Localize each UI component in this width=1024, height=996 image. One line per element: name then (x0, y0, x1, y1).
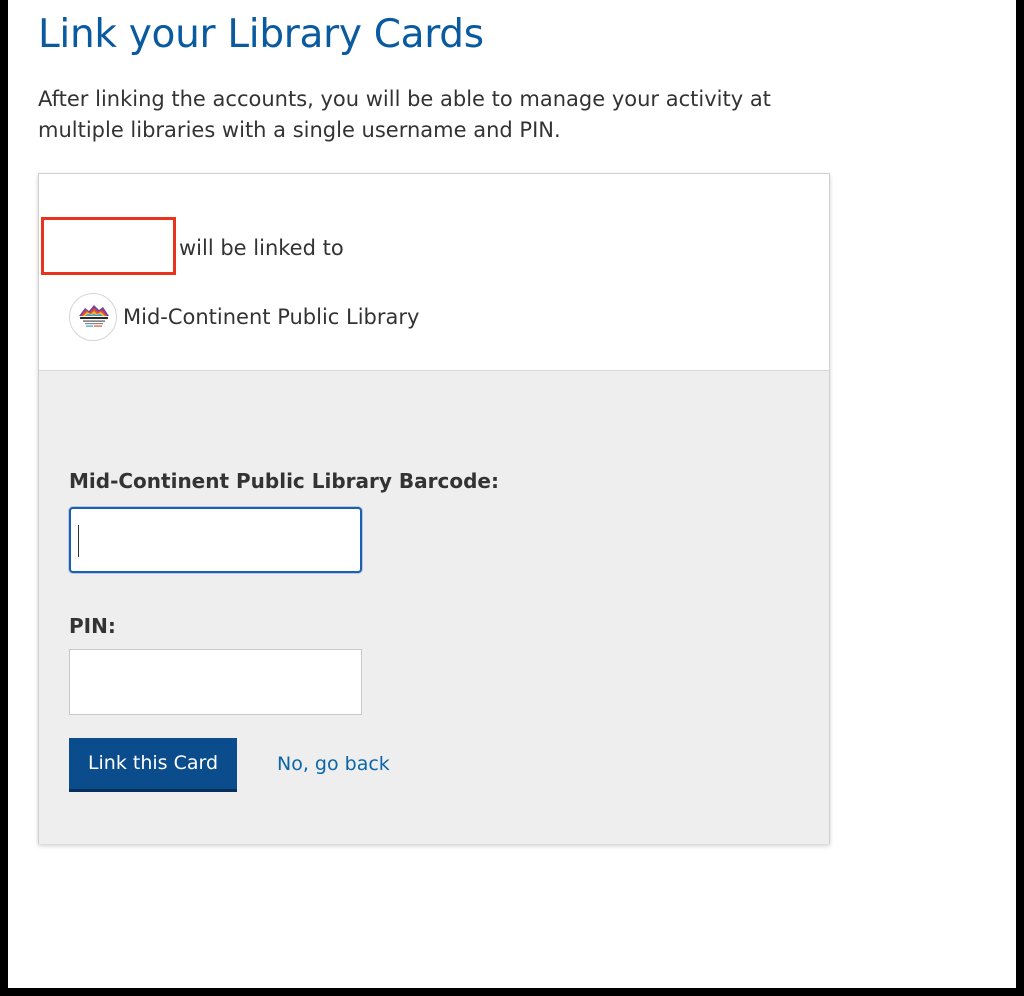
library-row: Mid-Continent Public Library (69, 292, 419, 342)
barcode-input[interactable] (69, 507, 362, 573)
page-frame: Link your Library Cards After linking th… (8, 0, 1016, 988)
library-name: Mid-Continent Public Library (123, 305, 420, 329)
go-back-link[interactable]: No, go back (277, 753, 390, 775)
text-caret (78, 525, 79, 557)
pin-input[interactable] (69, 649, 362, 715)
barcode-label: Mid-Continent Public Library Barcode: (69, 469, 499, 493)
link-summary: will be linked to Mid-Continent Public L… (39, 174, 829, 371)
link-this-card-button[interactable]: Link this Card (69, 738, 237, 792)
redacted-account-name (41, 217, 176, 275)
pin-label: PIN: (69, 614, 116, 638)
intro-text: After linking the accounts, you will be … (38, 87, 771, 142)
link-card-panel: will be linked to Mid-Continent Public L… (38, 173, 830, 844)
link-card-form: Mid-Continent Public Library Barcode: PI… (39, 371, 829, 844)
page-title: Link your Library Cards (38, 12, 484, 57)
linked-to-label: will be linked to (179, 236, 344, 260)
library-logo-icon (69, 293, 117, 341)
